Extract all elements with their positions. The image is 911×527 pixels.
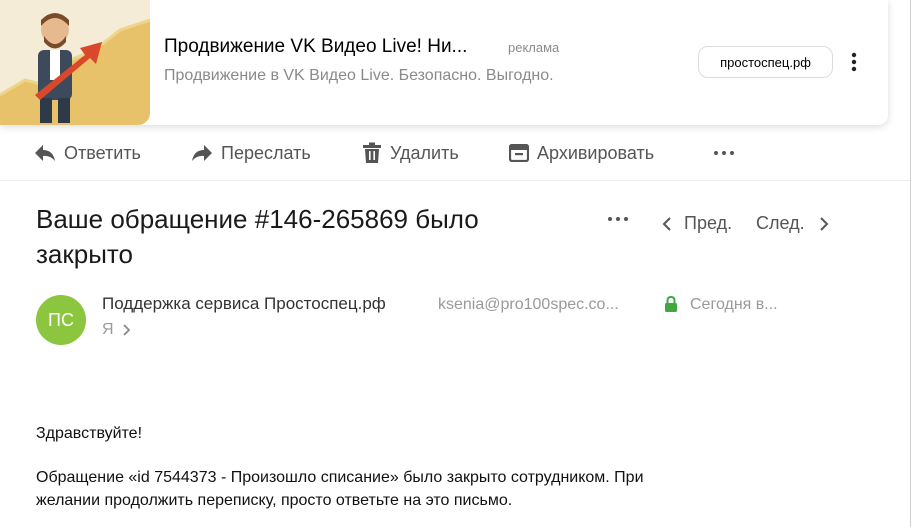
subject-more-icon[interactable] [606, 208, 630, 222]
ad-image[interactable] [0, 0, 150, 125]
forward-label: Переслать [221, 142, 311, 163]
ad-more-icon[interactable] [848, 50, 860, 74]
message-date: Сегодня в... [690, 296, 778, 313]
sender-email[interactable]: ksenia@pro100spec.co... [438, 296, 619, 314]
delete-label: Удалить [390, 142, 459, 163]
toolbar-more-button[interactable] [713, 141, 743, 165]
sender-avatar[interactable]: ПС [36, 295, 86, 345]
chevron-left-icon [662, 216, 671, 231]
chevron-right-icon [819, 216, 829, 231]
more-horizontal-icon [714, 151, 734, 155]
ad-domain-button[interactable]: простоспец.рф [698, 46, 833, 78]
ad-title[interactable]: Продвижение VK Видео Live! Ни... [164, 36, 467, 58]
lock-icon [664, 295, 678, 313]
trash-icon [363, 142, 381, 163]
ad-banner[interactable]: Продвижение VK Видео Live! Ни... реклама… [0, 0, 888, 125]
archive-button[interactable]: Архивировать [509, 141, 654, 165]
message-paragraph-line-2: желании продолжить переписку, просто отв… [36, 492, 513, 509]
message-subject: Ваше обращение #146-265869 было закрыто [36, 204, 479, 269]
prev-label: Пред. [684, 213, 733, 233]
ad-description[interactable]: Продвижение в VK Видео Live. Безопасно. … [164, 67, 554, 85]
recipient-toggle[interactable]: Я [102, 321, 130, 339]
archive-label: Архивировать [537, 142, 655, 163]
forward-icon [192, 145, 212, 161]
message-greeting: Здравствуйте! [36, 425, 143, 442]
next-message-button[interactable]: След. [756, 213, 829, 234]
toolbar-divider [0, 180, 911, 181]
next-label: След. [756, 213, 805, 233]
reply-button[interactable]: Ответить [34, 141, 141, 165]
reply-icon [35, 145, 55, 161]
archive-icon [509, 144, 529, 162]
message-toolbar: Ответить Переслать Удалить Архивировать [0, 126, 911, 180]
reply-label: Ответить [64, 142, 141, 163]
sender-name[interactable]: Поддержка сервиса Простоспец.рф [102, 294, 386, 314]
message-paragraph-line-1: Обращение «id 7544373 - Произошло списан… [36, 469, 644, 486]
prev-message-button[interactable]: Пред. [662, 213, 732, 234]
forward-button[interactable]: Переслать [191, 141, 311, 165]
ad-label: реклама [508, 40, 560, 55]
recipient-label: Я [102, 321, 114, 338]
chevron-right-icon [122, 324, 130, 336]
delete-button[interactable]: Удалить [362, 141, 459, 165]
